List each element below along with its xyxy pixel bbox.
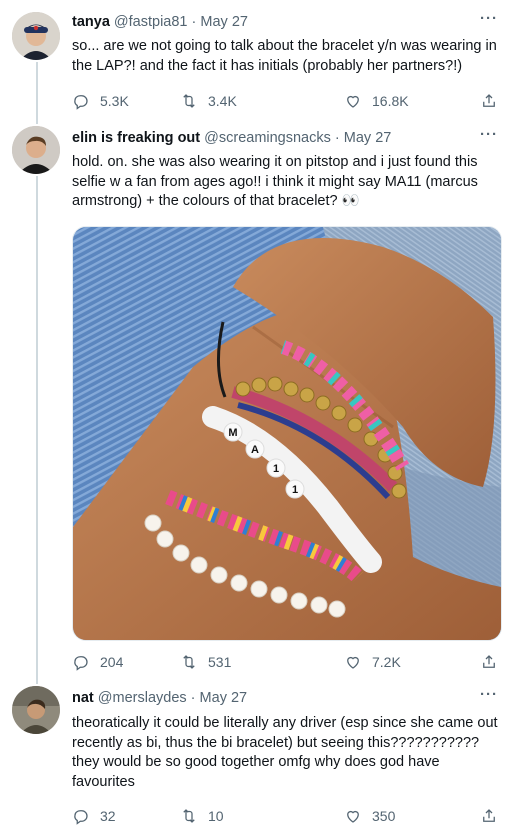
bracelet-photo: M A 1 1	[73, 227, 501, 640]
like-count: 16.8K	[372, 93, 409, 109]
bead-letter: M	[228, 427, 237, 439]
share-icon	[483, 94, 495, 107]
tweet[interactable]: elin is freaking out @screamingsnacks · …	[0, 120, 512, 680]
retweet-count: 3.4K	[208, 93, 237, 109]
reply-count: 204	[100, 654, 124, 670]
tweet-photo[interactable]: M A 1 1	[72, 226, 502, 641]
reply-count: 32	[100, 808, 116, 824]
bead-letter: 1	[273, 463, 279, 475]
retweet-icon	[183, 655, 195, 669]
tweet[interactable]: tanya @fastpia81 · May 27 ··· so... are …	[0, 0, 512, 120]
separator-dot: ·	[190, 690, 196, 706]
retweet-icon	[183, 94, 195, 108]
tweet-text: hold. on. she was also wearing it on pit…	[72, 154, 478, 209]
handle[interactable]: @screamingsnacks	[204, 130, 331, 146]
tweet-header: nat @merslaydes · May 27	[72, 690, 247, 706]
tweet-header: elin is freaking out @screamingsnacks · …	[72, 130, 391, 146]
retweet-count: 10	[208, 808, 224, 824]
share-button[interactable]	[480, 807, 498, 825]
tweet-date[interactable]: May 27	[200, 690, 248, 706]
reply-button[interactable]: 5.3K	[72, 92, 129, 110]
separator-dot: ·	[334, 130, 340, 146]
like-count: 7.2K	[372, 654, 401, 670]
handle[interactable]: @merslaydes	[98, 690, 187, 706]
more-icon[interactable]: ···	[480, 10, 498, 27]
like-icon	[347, 95, 359, 108]
tweet-actions: 5.3K 3.4K 16.8K	[72, 92, 500, 112]
avatar[interactable]	[12, 126, 60, 174]
like-button[interactable]: 16.8K	[344, 92, 409, 110]
more-icon[interactable]: ···	[480, 126, 498, 143]
reply-icon	[74, 810, 88, 825]
share-icon	[483, 655, 495, 668]
like-icon	[347, 656, 359, 669]
reply-count: 5.3K	[100, 93, 129, 109]
display-name[interactable]: nat	[72, 690, 94, 706]
retweet-count: 531	[208, 654, 232, 670]
like-icon	[347, 810, 359, 823]
handle[interactable]: @fastpia81	[114, 14, 188, 30]
tweet-actions: 204 531 7.2K	[72, 653, 500, 673]
tweet-header: tanya @fastpia81 · May 27	[72, 14, 248, 30]
retweet-button[interactable]: 531	[180, 653, 231, 671]
share-icon	[483, 809, 495, 822]
tweet[interactable]: nat @merslaydes · May 27 ··· theoratical…	[0, 680, 512, 838]
share-button[interactable]	[480, 92, 498, 110]
reply-icon	[74, 95, 88, 110]
reply-button[interactable]: 32	[72, 807, 116, 825]
like-button[interactable]: 7.2K	[344, 653, 401, 671]
tweet-actions: 32 10 350	[72, 807, 500, 827]
tweet-date[interactable]: May 27	[344, 130, 392, 146]
share-button[interactable]	[480, 653, 498, 671]
tweet-text: theoratically it could be literally any …	[72, 715, 498, 790]
tweet-text: so... are we not going to talk about the…	[72, 38, 497, 74]
like-button[interactable]: 350	[344, 807, 395, 825]
avatar[interactable]	[12, 12, 60, 60]
reply-button[interactable]: 204	[72, 653, 123, 671]
display-name[interactable]: tanya	[72, 14, 110, 30]
retweet-button[interactable]: 3.4K	[180, 92, 237, 110]
bead-letter: 1	[292, 484, 298, 496]
retweet-icon	[183, 809, 195, 823]
more-icon[interactable]: ···	[480, 686, 498, 703]
avatar[interactable]	[12, 686, 60, 734]
display-name[interactable]: elin is freaking out	[72, 130, 200, 146]
reply-icon	[74, 656, 88, 671]
tweet-date[interactable]: May 27	[200, 14, 248, 30]
bead-letter: A	[251, 444, 259, 456]
retweet-button[interactable]: 10	[180, 807, 224, 825]
like-count: 350	[372, 808, 396, 824]
separator-dot: ·	[191, 14, 197, 30]
